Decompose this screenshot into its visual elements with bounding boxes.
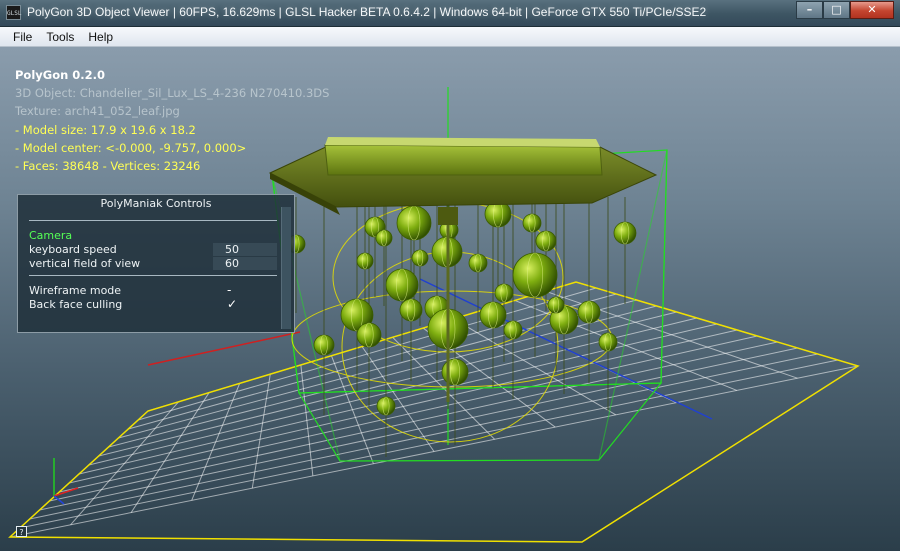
fov-label: vertical field of view: [29, 257, 141, 270]
fov-row: vertical field of view 60: [29, 257, 277, 271]
crystal-ball: [479, 301, 507, 329]
wireframe-toggle[interactable]: -: [227, 283, 231, 297]
app-version: PolyGon 0.2.0: [15, 68, 106, 82]
backface-row: Back face culling ✓: [29, 297, 277, 312]
help-icon[interactable]: ?: [16, 526, 27, 537]
crystal-ball: [468, 253, 488, 273]
menu-file[interactable]: File: [0, 30, 39, 44]
crystal-ball: [535, 230, 557, 252]
crystal-ball: [375, 229, 393, 247]
crystal-ball: [313, 334, 335, 356]
camera-section-label: Camera: [29, 229, 73, 242]
grid-line: [59, 335, 758, 493]
crystal-ball: [399, 298, 423, 322]
crystal-ball: [494, 283, 514, 303]
wireframe-row: Wireframe mode -: [29, 283, 277, 298]
fov-field[interactable]: 60: [213, 257, 277, 270]
menu-tools[interactable]: Tools: [39, 30, 81, 44]
crystal-ball: [356, 252, 374, 270]
grid-line: [78, 323, 718, 475]
crystal-ball: [613, 221, 637, 245]
grid-line: [19, 359, 838, 529]
crystal-ball: [512, 252, 558, 298]
crystal-ball: [598, 332, 618, 352]
crystal-ball: [522, 213, 542, 233]
grid-line: [9, 365, 859, 538]
window-controls: – □ ✕: [796, 1, 894, 19]
menu-bar: File Tools Help: [0, 27, 900, 47]
controls-panel: PolyManiak Controls Camera keyboard spee…: [17, 194, 295, 333]
menu-help[interactable]: Help: [81, 30, 120, 44]
crystal-ball: [376, 396, 396, 416]
crystal-ball: [396, 205, 432, 241]
crystal-ball: [503, 320, 523, 340]
faces-vertices: - Faces: 38648 - Vertices: 23246: [15, 159, 201, 173]
title-bar[interactable]: GLSL PolyGon 3D Object Viewer | 60FPS, 1…: [0, 0, 900, 27]
panel-scrollbar[interactable]: [281, 207, 291, 329]
crystal-ball: [411, 249, 429, 267]
panel-title: PolyManiak Controls: [100, 197, 212, 210]
maximize-button[interactable]: □: [823, 1, 850, 19]
object-name: 3D Object: Chandelier_Sil_Lux_LS_4-236 N…: [15, 86, 330, 100]
keyboard-speed-label: keyboard speed: [29, 243, 117, 256]
crystal-ball: [577, 300, 601, 324]
close-button[interactable]: ✕: [850, 1, 894, 19]
keyboard-speed-field[interactable]: 50: [213, 243, 277, 256]
backface-checkbox[interactable]: ✓: [227, 297, 237, 311]
model-size: - Model size: 17.9 x 19.6 x 18.2: [15, 123, 196, 137]
crystal-ball: [547, 296, 565, 314]
texture-name: Texture: arch41_052_leaf.jpg: [15, 104, 180, 118]
crystal-ball: [385, 268, 419, 302]
keyboard-speed-row: keyboard speed 50: [29, 243, 277, 257]
crystal-ball: [441, 358, 469, 386]
panel-divider: [29, 220, 277, 221]
wireframe-label: Wireframe mode: [29, 284, 122, 297]
crystal-balls: [286, 200, 637, 416]
backface-label: Back face culling: [29, 298, 123, 311]
minimize-button[interactable]: –: [796, 1, 823, 19]
app-icon: GLSL: [6, 5, 21, 20]
model-center: - Model center: <-0.000, -9.757, 0.000>: [15, 141, 247, 155]
window-title: PolyGon 3D Object Viewer | 60FPS, 16.629…: [27, 5, 707, 19]
crystal-ball: [356, 322, 382, 348]
x-axis-line: [147, 331, 301, 366]
grid-line: [49, 341, 778, 502]
panel-divider-2: [29, 275, 277, 276]
3d-viewport[interactable]: PolyGon 0.2.0 3D Object: Chandelier_Sil_…: [0, 47, 900, 551]
